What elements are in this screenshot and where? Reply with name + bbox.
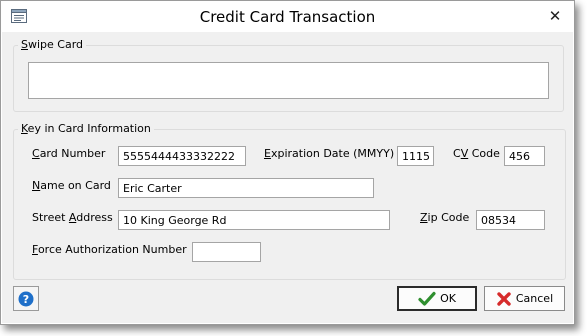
name-on-card-input[interactable]	[118, 178, 374, 198]
street-address-input[interactable]	[118, 210, 390, 230]
cancel-button-label: Cancel	[515, 292, 554, 305]
zip-code-label: Zip Code	[420, 211, 470, 224]
name-on-card-label: Name on Card	[32, 179, 111, 192]
swipe-card-legend: Swipe Card	[18, 38, 87, 51]
checkmark-icon	[418, 291, 436, 306]
cv-code-input[interactable]	[504, 146, 545, 166]
zip-code-input[interactable]	[476, 210, 545, 230]
cv-code-label: CV Code	[453, 147, 500, 160]
card-number-input[interactable]	[118, 146, 246, 166]
red-x-icon	[497, 291, 511, 306]
cancel-button[interactable]: Cancel	[484, 286, 565, 311]
dialog-body: Swipe Card Key in Card Information Card …	[2, 32, 573, 323]
credit-card-dialog: Credit Card Transaction ✕ Swipe Card Key…	[0, 0, 575, 325]
street-address-label: Street Address	[32, 211, 113, 224]
svg-text:?: ?	[23, 293, 29, 306]
expiration-label: Expiration Date (MMYY)	[264, 147, 395, 160]
force-auth-input[interactable]	[192, 242, 261, 262]
window-title: Credit Card Transaction	[199, 8, 376, 26]
ok-button[interactable]: OK	[397, 286, 477, 311]
force-auth-label: Force Authorization Number	[32, 243, 187, 256]
swipe-card-input[interactable]	[28, 62, 549, 99]
key-in-legend: Key in Card Information	[18, 122, 154, 135]
ok-button-label: OK	[440, 292, 456, 305]
card-number-label: Card Number	[32, 147, 106, 160]
expiration-input[interactable]	[397, 146, 434, 166]
help-icon: ?	[18, 291, 34, 306]
close-icon[interactable]: ✕	[544, 6, 566, 26]
help-button[interactable]: ?	[13, 286, 39, 311]
title-bar: Credit Card Transaction ✕	[1, 1, 574, 32]
